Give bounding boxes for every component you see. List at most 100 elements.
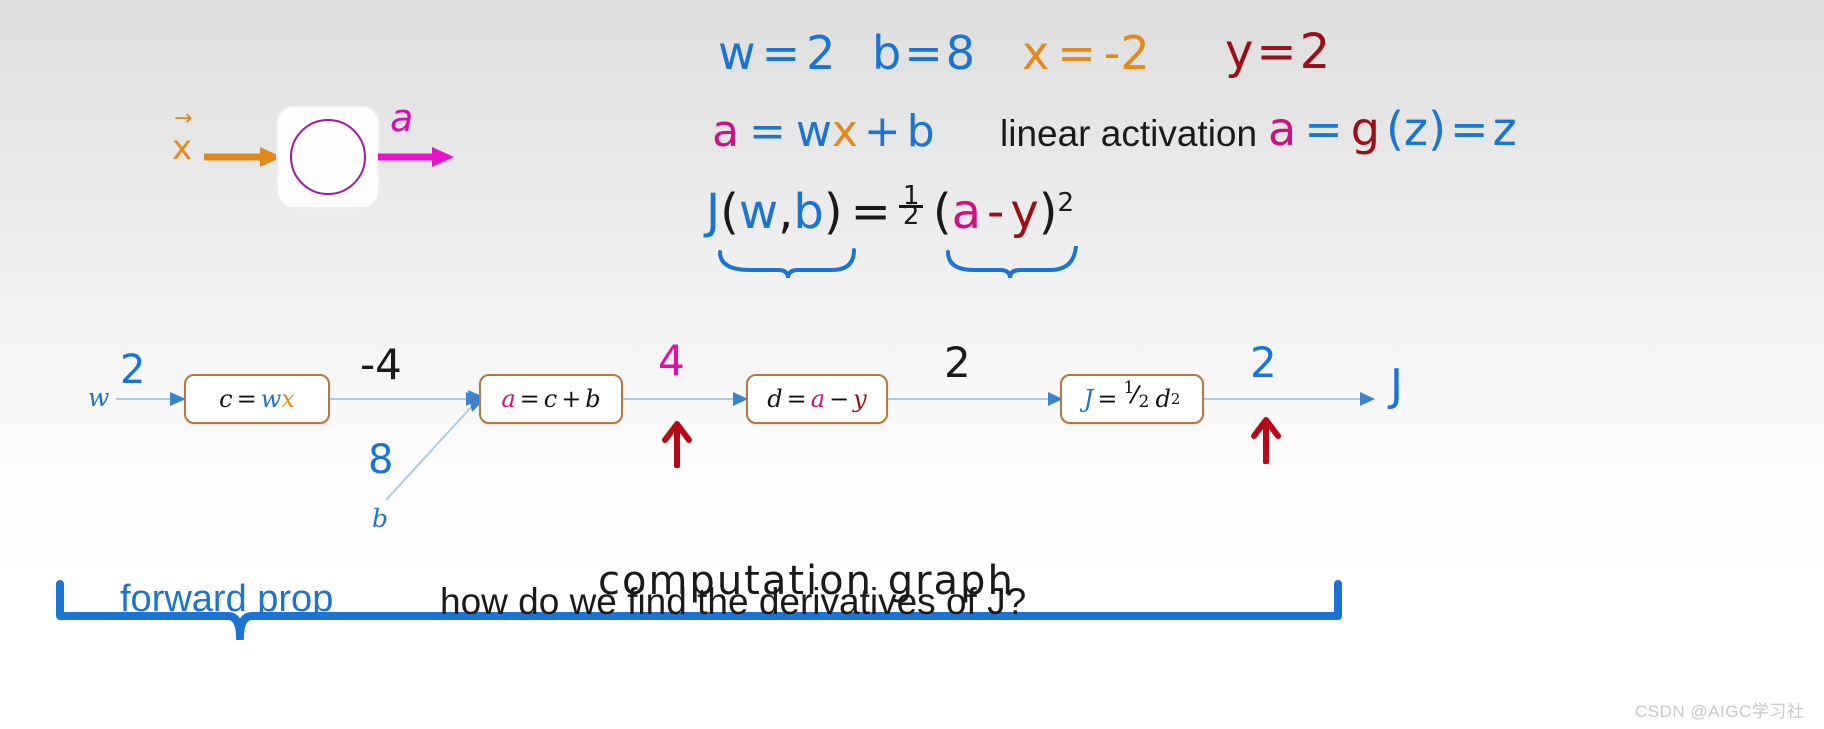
given-b-rhs: 8: [945, 26, 976, 80]
given-y-lhs: y: [1225, 24, 1254, 80]
activation-eq1: =: [1304, 102, 1343, 156]
graph-edge-value-J-out: 2: [1250, 338, 1277, 387]
graph-edge-value-d-out: 2: [944, 338, 971, 387]
node-J-sup: 2: [1170, 390, 1181, 408]
forward-plus: +: [863, 106, 901, 157]
activation-a: a: [1268, 102, 1297, 156]
output-a-label: a: [390, 96, 414, 140]
slide-canvas: w = 2 b=8 x = -2 y=2 → x a a = wx + b linear act…: [0, 0, 1824, 729]
activation-z2: z: [1492, 102, 1517, 156]
cost-eq: =: [850, 184, 891, 240]
graph-node-d[interactable]: d = a − y: [746, 374, 888, 424]
graph-input-b-label: b: [372, 504, 389, 533]
given-x-rhs: -2: [1103, 26, 1150, 80]
node-d-lhs: d: [767, 385, 783, 413]
node-c-x: x: [281, 385, 295, 413]
given-w-lhs: w: [718, 26, 756, 80]
graph-node-a[interactable]: a = c + b: [479, 374, 623, 424]
given-b: b=8: [872, 30, 975, 76]
graph-edge-value-a-out: 4: [658, 336, 685, 385]
input-vector-label: → x: [172, 106, 193, 168]
cost-w: w: [738, 184, 779, 240]
cost-half-den: 2: [902, 201, 920, 231]
cost-a: a: [951, 184, 981, 240]
forward-equation: a = wx + b: [712, 110, 935, 154]
node-a-eq: =: [519, 385, 540, 413]
wire-w-to-c: [116, 392, 186, 406]
node-d-a: a: [810, 385, 826, 413]
activation-g: g: [1350, 102, 1380, 156]
cost-p-open: (: [932, 184, 952, 240]
cost-equation: J(w,b) = 1 2 (a - y)2: [706, 183, 1075, 239]
up-arrow-icon-2: [1251, 417, 1281, 464]
activation-eq2: =: [1450, 102, 1489, 156]
node-c-lhs: c: [219, 385, 233, 413]
output-arrow-icon: [378, 147, 454, 167]
node-d-minus: −: [829, 385, 850, 413]
given-x-eq: =: [1057, 26, 1096, 80]
cost-square: 2: [1057, 188, 1075, 218]
up-arrow-icon-1: [662, 421, 692, 468]
node-c-eq: =: [236, 385, 257, 413]
graph-final-output-label: J: [1390, 360, 1403, 411]
underbrace-left-icon: [718, 248, 856, 279]
underbrace-right-icon: [946, 246, 1078, 278]
forward-x: x: [831, 106, 858, 157]
forward-eq: =: [748, 106, 786, 157]
wire-d-to-J: [888, 392, 1063, 406]
node-J-var: d: [1155, 385, 1171, 413]
given-b-eq: =: [904, 26, 943, 80]
wire-J-to-output: [1204, 392, 1375, 406]
given-x: x = -2: [1022, 30, 1150, 76]
wire-b-to-a: [385, 390, 486, 501]
vector-arrow-icon: →: [174, 106, 193, 131]
activation-paren-close: ): [1428, 102, 1447, 156]
derivatives-question: how do we find the derivatives of J?: [440, 581, 1027, 622]
cost-paren-close: ): [823, 184, 843, 240]
node-J-eq: =: [1097, 385, 1118, 413]
activation-note: linear activation: [1000, 113, 1258, 154]
given-b-lhs: b: [872, 26, 902, 80]
node-J-lhs: J: [1083, 385, 1094, 413]
given-y: y=2: [1225, 28, 1330, 76]
wire-a-to-d: [623, 392, 748, 406]
node-J-frac-den: 2: [1138, 392, 1150, 412]
cost-paren-open: (: [720, 184, 739, 240]
cost-minus: -: [987, 184, 1005, 240]
given-w-rhs: 2: [806, 26, 836, 80]
given-x-lhs: x: [1022, 26, 1050, 80]
node-d-y: y: [853, 385, 867, 413]
node-d-eq: =: [786, 385, 807, 413]
activation-equation: a = g (z)=z: [1268, 106, 1517, 152]
activation-z: z: [1403, 102, 1429, 156]
node-a-lhs: a: [501, 385, 516, 413]
given-y-eq: =: [1256, 24, 1297, 80]
node-J-fraction: 1/2: [1121, 378, 1155, 414]
node-c-w: w: [260, 385, 282, 413]
cost-comma: ,: [778, 184, 794, 240]
graph-node-J[interactable]: J = 1/2 d 2: [1060, 374, 1204, 424]
cost-y: y: [1010, 184, 1039, 240]
forward-a: a: [712, 106, 739, 157]
given-w-eq: =: [761, 26, 801, 80]
forward-prop-label: forward prop: [120, 578, 334, 620]
node-a-b: b: [585, 385, 601, 413]
node-a-plus: +: [561, 385, 582, 413]
input-x-label: x: [172, 128, 193, 168]
cost-p-close: ): [1038, 184, 1058, 240]
watermark: CSDN @AIGC学习社: [1635, 702, 1805, 721]
cost-b: b: [793, 184, 824, 240]
cost-J: J: [706, 184, 721, 240]
cost-half-fraction: 12: [898, 183, 925, 239]
node-a-c: c: [543, 385, 558, 413]
circle-neuron-icon: [290, 119, 366, 195]
given-y-rhs: 2: [1299, 24, 1331, 80]
input-arrow-icon: [204, 147, 282, 167]
graph-node-c[interactable]: c = w x: [184, 374, 330, 424]
activation-paren-open: (: [1385, 102, 1404, 156]
forward-w: w: [795, 106, 832, 157]
neuron-unit-box: [276, 105, 380, 209]
forward-b: b: [906, 106, 935, 157]
graph-input-w-label: w: [88, 383, 110, 412]
given-w: w = 2: [718, 30, 835, 76]
